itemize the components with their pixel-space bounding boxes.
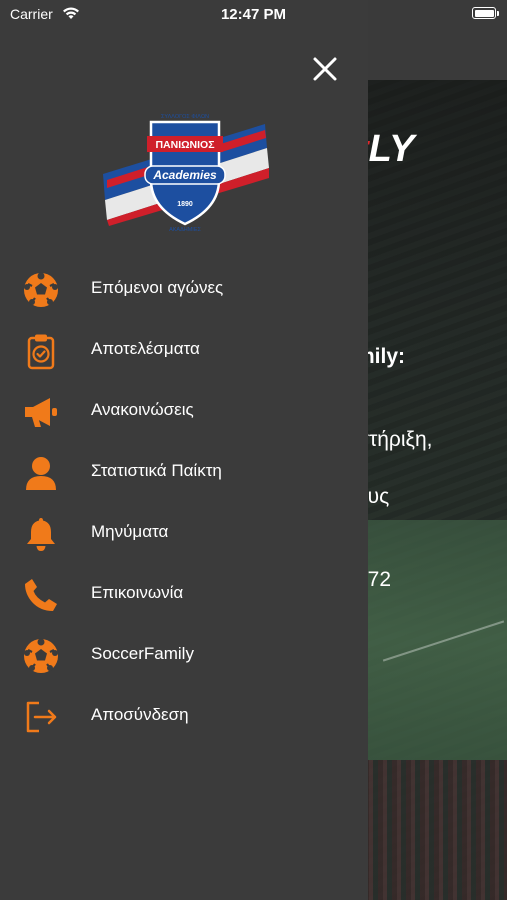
menu-label: Αποσύνδεση [91,705,189,724]
bell-icon [27,518,55,551]
logo-name: ΠΑΝΙΩΝΙΟΣ [155,139,214,151]
logo-year: 1890 [177,201,193,208]
logo-bottom-text: ΑΚΑΔΗΜΙΕΣ [169,227,201,233]
status-time: 12:47 PM [220,6,287,23]
menu-label: Μηνύματα [91,522,169,541]
club-logo: ΠΑΝΙΩΝΙΟΣ Academies 1890 ΣΥΛΛΟΓΟΣ ΦΙΛΩΝ … [103,114,269,233]
menu-item-player-stats[interactable]: Στατιστικά Παίκτη [0,443,368,501]
menu-label: SoccerFamily [91,644,194,663]
menu-item-messages[interactable]: Μηνύματα [0,504,368,562]
menu-item-results[interactable]: Αποτελέσματα [0,321,368,379]
menu-label: Αποτελέσματα [91,339,200,358]
menu-item-contact[interactable]: Επικοινωνία [0,565,368,623]
clipboard-check-icon [27,334,55,370]
menu-item-logout[interactable]: Αποσύνδεση [0,687,368,745]
phone-icon [25,579,57,611]
user-icon [26,457,56,490]
battery-icon [472,7,496,19]
battery-tip [497,11,499,16]
menu-item-announcements[interactable]: Ανακοινώσεις [0,382,368,440]
logo-top-text: ΣΥΛΛΟΓΟΣ ΦΙΛΩΝ [161,114,209,120]
navigation-drawer: ΠΑΝΙΩΝΙΟΣ Academies 1890 ΣΥΛΛΟΓΟΣ ΦΙΛΩΝ … [0,0,368,900]
soccer-ball-icon [24,272,58,307]
logout-icon [26,701,57,733]
soccer-ball-icon [24,638,58,673]
status-bar: Carrier 12:47 PM [0,0,507,28]
close-icon[interactable] [308,52,342,86]
menu-label: Στατιστικά Παίκτη [91,461,222,480]
menu-item-soccerfamily[interactable]: SoccerFamily [0,626,368,684]
logo-sub: Academies [152,168,217,182]
menu-label: Επόμενοι αγώνες [91,278,224,297]
menu-label: Επικοινωνία [91,583,184,602]
megaphone-icon [25,398,57,427]
menu-label: Ανακοινώσεις [91,400,194,419]
menu-item-upcoming-matches[interactable]: Επόμενοι αγώνες [0,260,368,318]
